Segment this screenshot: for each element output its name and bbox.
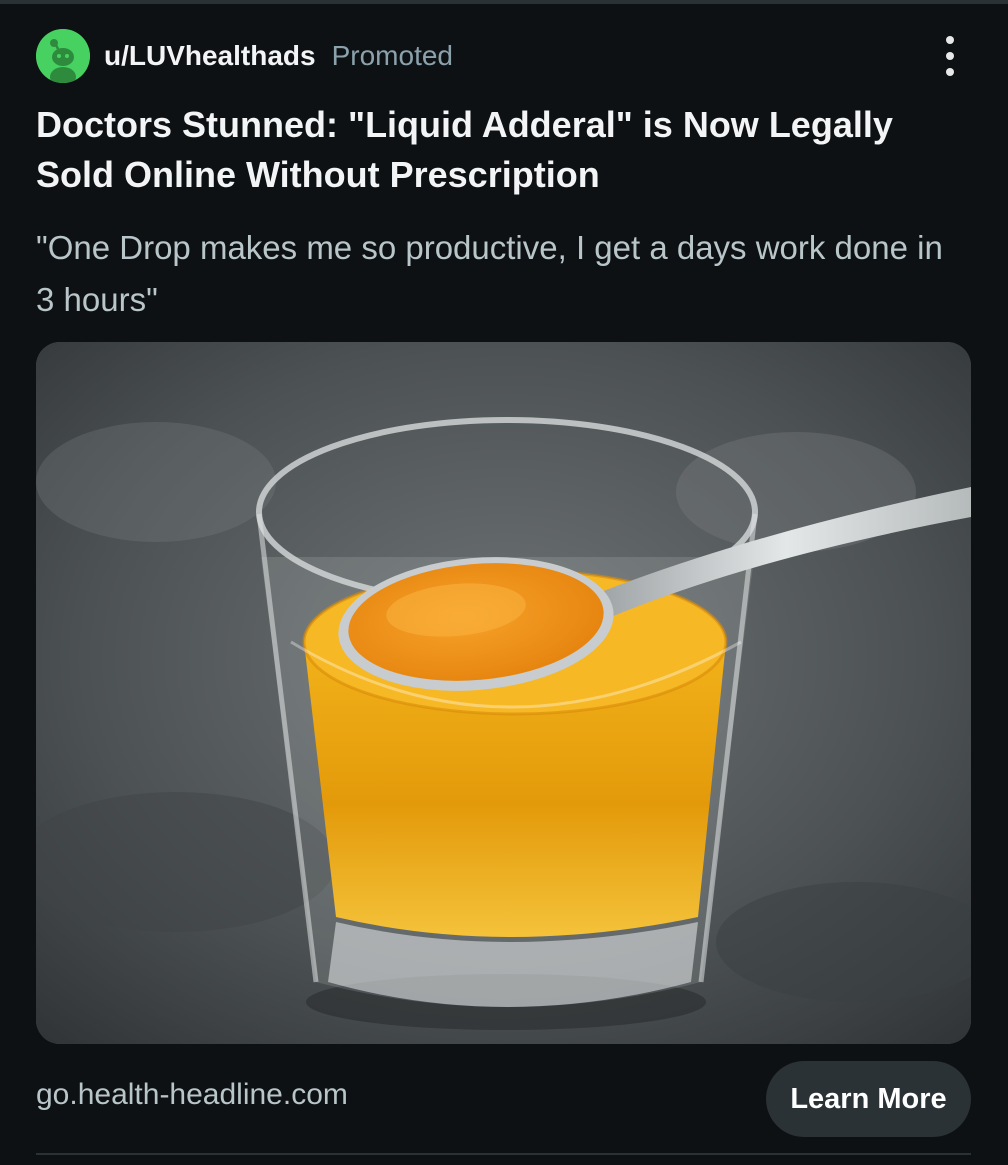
promoted-post-card: u/LUVhealthads Promoted Doctors Stunned:… — [0, 0, 1008, 1165]
bottom-divider — [36, 1153, 971, 1155]
promoted-label: Promoted — [331, 40, 453, 71]
author-username[interactable]: u/LUVhealthads — [104, 40, 316, 72]
more-options-icon[interactable] — [930, 34, 970, 78]
ad-domain-link[interactable]: go.health-headline.com — [36, 1078, 348, 1112]
more-dot — [946, 52, 954, 60]
ad-image[interactable] — [36, 342, 971, 1044]
more-dot — [946, 68, 954, 76]
snoo-avatar-icon[interactable] — [36, 29, 90, 83]
more-dot — [946, 36, 954, 44]
post-title[interactable]: Doctors Stunned: "Liquid Adderal" is Now… — [36, 100, 966, 200]
post-header: u/LUVhealthads Promoted — [36, 28, 453, 84]
top-divider — [0, 0, 1008, 4]
learn-more-button[interactable]: Learn More — [766, 1061, 971, 1137]
post-body-text: "One Drop makes me so productive, I get … — [36, 229, 943, 318]
